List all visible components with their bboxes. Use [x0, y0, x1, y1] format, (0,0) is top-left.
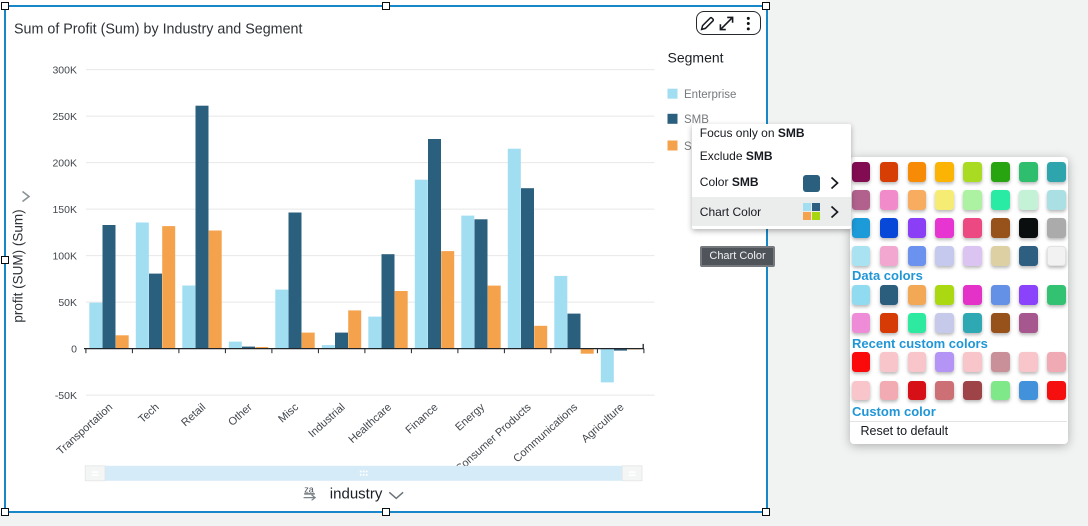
svg-text:industry: industry — [330, 486, 383, 503]
svg-text:Finance: Finance — [403, 401, 440, 436]
svg-text:250K: 250K — [52, 111, 77, 123]
svg-text:150K: 150K — [52, 204, 77, 216]
svg-text:Agriculture: Agriculture — [580, 401, 627, 445]
svg-text:200K: 200K — [52, 157, 77, 169]
svg-text:300K: 300K — [52, 64, 77, 76]
svg-text:0: 0 — [71, 343, 77, 355]
svg-text:Energy: Energy — [453, 401, 487, 434]
svg-text:Healthcare: Healthcare — [347, 401, 395, 446]
svg-text:Industrial: Industrial — [306, 401, 347, 440]
svg-text:Consumer Products: Consumer Products — [453, 401, 534, 475]
svg-text:50K: 50K — [58, 297, 77, 309]
svg-text:za: za — [304, 484, 314, 494]
svg-text:Misc: Misc — [276, 401, 301, 425]
svg-text:Tech: Tech — [136, 401, 161, 425]
svg-text:100K: 100K — [52, 250, 77, 262]
svg-text:-50K: -50K — [55, 390, 77, 402]
svg-text:Other: Other — [226, 401, 255, 429]
svg-text:Transportation: Transportation — [55, 401, 115, 457]
svg-text:profit (SUM) (Sum): profit (SUM) (Sum) — [11, 209, 26, 322]
svg-text:Segment: Segment — [668, 50, 724, 66]
svg-text:Enterprise: Enterprise — [684, 89, 736, 101]
svg-text:Sum of Profit (Sum) by Industr: Sum of Profit (Sum) by Industry and Segm… — [14, 22, 302, 38]
svg-text:Retail: Retail — [179, 401, 208, 429]
